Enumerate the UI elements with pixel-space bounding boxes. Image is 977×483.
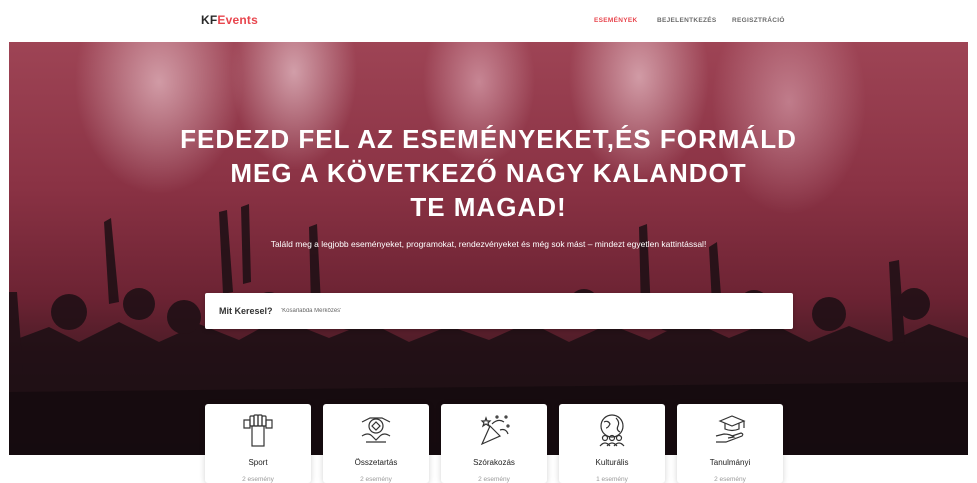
brand-logo-part1: KF [201,13,218,27]
category-count: 1 esemény [596,476,628,483]
hero-title-line3: TE MAGAD! [410,192,567,222]
hero-title: FEDEZD FEL AZ ESEMÉNYEKET,ÉS FORMÁLD MEG… [9,122,968,224]
category-card-osszetartas[interactable]: Összetartás 2 esemény [323,404,429,483]
category-card-sport[interactable]: Sport 2 esemény [205,404,311,483]
category-count: 2 esemény [478,476,510,483]
category-count: 2 esemény [714,476,746,483]
hero-title-line1: FEDEZD FEL AZ ESEMÉNYEKET,ÉS FORMÁLD [180,124,797,154]
category-card-kulturalis[interactable]: Kulturális 1 esemény [559,404,665,483]
nav-register-link[interactable]: REGISZTRÁCIÓ [732,17,785,24]
category-name: Szórakozás [473,458,515,467]
fist-icon [243,414,273,447]
search-label: Mit Keresel? [219,306,273,316]
category-card-tanulmanyi[interactable]: Tanulmányi 2 esemény [677,404,783,483]
teamwork-icon [361,417,391,443]
search-box: Mit Keresel? [205,293,793,329]
brand-logo[interactable]: KFEvents [201,13,258,27]
category-name: Kulturális [595,458,629,467]
hero-subtitle: Találd meg a legjobb eseményeket, progra… [270,239,707,249]
category-count: 2 esemény [242,476,274,483]
category-name: Tanulmányi [709,458,751,467]
category-name: Sport [248,458,268,467]
search-input[interactable] [281,304,781,318]
category-name: Összetartás [354,458,398,467]
hero-banner: FEDEZD FEL AZ ESEMÉNYEKET,ÉS FORMÁLD MEG… [9,42,968,455]
nav-events-link[interactable]: ESEMÉNYEK [594,17,638,24]
category-card-szorakozas[interactable]: Szórakozás 2 esemény [441,404,547,483]
brand-logo-part2: Events [217,13,258,27]
globe-people-icon [599,414,625,447]
category-count: 2 esemény [360,476,392,483]
hero-title-line2: MEG A KÖVETKEZŐ NAGY KALANDOT [230,158,747,188]
nav-login-link[interactable]: BEJELENTKEZÉS [657,17,717,24]
top-navbar: KFEvents ESEMÉNYEK BEJELENTKEZÉS REGISZT… [0,0,977,42]
party-popper-icon [480,415,510,446]
graduation-cap-hand-icon [715,415,746,443]
